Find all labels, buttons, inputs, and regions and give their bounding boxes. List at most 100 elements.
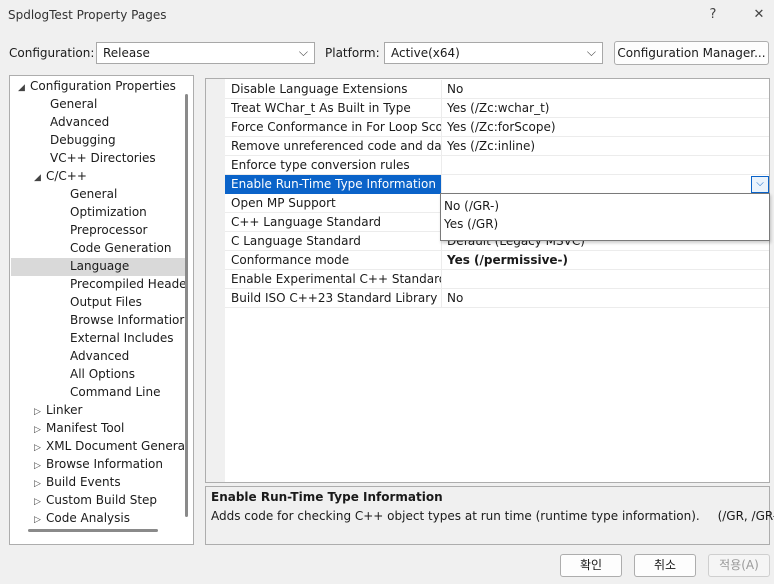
property-name: Enable Experimental C++ Standard Library… (231, 272, 441, 286)
tree-item-label: Preprocessor (70, 223, 148, 237)
tree-item[interactable]: All Options (70, 365, 135, 383)
tree-item-label: Browse Informatior (70, 313, 185, 327)
tree-item[interactable]: Precompiled Heade (70, 275, 187, 293)
description-body: Adds code for checking C++ object types … (211, 509, 700, 523)
tree-item-label: Manifest Tool (46, 421, 125, 435)
tree-item-label: General (70, 187, 118, 201)
property-value[interactable]: Yes (/Zc:inline) (447, 139, 535, 153)
platform-label: Platform: (325, 46, 380, 60)
tree-item-label: Advanced (70, 349, 130, 363)
property-name: Treat WChar_t As Built in Type (231, 101, 411, 115)
tree-item[interactable]: ◢ Configuration Properties (18, 77, 176, 95)
property-row[interactable]: Treat WChar_t As Built in Type Yes (/Zc:w… (225, 99, 769, 118)
configuration-value: Release (103, 46, 150, 60)
tree-item-label: Advanced (50, 115, 110, 129)
tree-item[interactable]: Optimization (70, 203, 147, 221)
close-button[interactable]: ✕ (746, 4, 772, 26)
tree-item-label: Linker (46, 403, 83, 417)
property-row[interactable]: Build ISO C++23 Standard Library Modules… (225, 289, 769, 308)
description-title: Enable Run-Time Type Information (211, 490, 443, 504)
tree-item[interactable]: ◢ C/C++ (34, 167, 87, 185)
cancel-button[interactable]: 취소 (634, 554, 696, 577)
configuration-label-text: Configuration: (9, 46, 95, 60)
tree-item-label: XML Document Genera (46, 439, 186, 453)
tree-item[interactable]: Command Line (70, 383, 161, 401)
column-divider (441, 175, 442, 194)
platform-select[interactable]: Active(x64) ⌵ (384, 42, 603, 64)
property-row[interactable]: Remove unreferenced code and data Yes (/Z… (225, 137, 769, 156)
dropdown-option-yes[interactable]: Yes (/GR) (444, 215, 498, 233)
tree-vertical-scrollbar[interactable] (185, 94, 188, 517)
tree-item[interactable]: Language (70, 257, 129, 275)
expand-arrow-icon[interactable]: ▷ (34, 511, 46, 529)
collapse-arrow-icon[interactable]: ◢ (18, 79, 30, 97)
tree-item[interactable]: ▷ Browse Information (34, 455, 163, 473)
property-row[interactable]: Disable Language Extensions No (225, 80, 769, 99)
property-row[interactable]: Force Conformance in For Loop Scope Yes (… (225, 118, 769, 137)
tree-item-label: Configuration Properties (30, 79, 176, 93)
property-name: Conformance mode (231, 253, 350, 267)
column-divider (441, 80, 442, 99)
tree-item[interactable]: External Includes (70, 329, 174, 347)
tree-item[interactable]: Debugging (50, 131, 116, 149)
apply-button[interactable]: 적용(A) (708, 554, 770, 577)
tree-item-label: Code Analysis (46, 511, 130, 525)
tree-item[interactable]: ▷ Manifest Tool (34, 419, 124, 437)
property-tree[interactable]: ◢ Configuration Properties General Advanced… (9, 75, 194, 545)
tree-item-label: Language (70, 259, 130, 273)
tree-item[interactable]: Output Files (70, 293, 142, 311)
ok-button[interactable]: 확인 (560, 554, 622, 577)
tree-item-label: External Includes (70, 331, 174, 345)
property-row[interactable]: Conformance mode Yes (/permissive-) (225, 251, 769, 270)
tree-item-label: All Options (70, 367, 135, 381)
configuration-label: Configuration: (9, 46, 94, 60)
chevron-down-icon: ⌵ (298, 45, 308, 59)
configuration-manager-button[interactable]: Configuration Manager... (614, 41, 769, 65)
help-button[interactable]: ? (700, 4, 726, 26)
column-divider (441, 118, 442, 137)
tree-item-label: C/C++ (46, 169, 87, 183)
tree-item-label: Debugging (50, 133, 116, 147)
property-value[interactable]: No (447, 291, 463, 305)
property-row[interactable]: Enforce type conversion rules (225, 156, 769, 175)
property-value[interactable]: Yes (/permissive-) (447, 253, 568, 267)
tree-item[interactable]: Advanced (50, 113, 109, 131)
tree-item[interactable]: General (70, 185, 117, 203)
chevron-down-icon[interactable]: ⌵ (751, 176, 769, 193)
property-name: Open MP Support (231, 196, 336, 210)
tree-item[interactable]: Code Generation (70, 239, 171, 257)
platform-value: Active(x64) (391, 46, 460, 60)
configuration-select[interactable]: Release ⌵ (96, 42, 315, 64)
tree-item[interactable]: Advanced (70, 347, 129, 365)
tree-item[interactable]: ▷ Custom Build Step (34, 491, 157, 509)
description-text: Adds code for checking C++ object types … (211, 509, 774, 523)
tree-item[interactable]: ▷ XML Document Genera (34, 437, 185, 455)
property-value[interactable]: Yes (/Zc:forScope) (447, 120, 556, 134)
property-row[interactable]: Enable Run-Time Type Information ⌵ (225, 175, 769, 194)
property-name: Force Conformance in For Loop Scope (231, 120, 441, 134)
property-grid[interactable]: Disable Language Extensions No Treat WChar… (205, 78, 770, 483)
property-name: Enable Run-Time Type Information (231, 177, 436, 191)
tree-horizontal-scrollbar[interactable] (28, 529, 158, 532)
tree-item[interactable]: Browse Informatior (70, 311, 184, 329)
rtti-dropdown-list[interactable]: No (/GR-) Yes (/GR) (440, 193, 770, 241)
property-value[interactable]: No (447, 82, 463, 96)
column-divider (441, 251, 442, 270)
tree-item[interactable]: VC++ Directories (50, 149, 156, 167)
tree-item-label: VC++ Directories (50, 151, 156, 165)
tree-item[interactable]: Preprocessor (70, 221, 147, 239)
tree-item[interactable]: General (50, 95, 97, 113)
tree-item[interactable]: ▷ Build Events (34, 473, 121, 491)
property-value[interactable]: Yes (/Zc:wchar_t) (447, 101, 549, 115)
property-row[interactable]: Enable Experimental C++ Standard Library… (225, 270, 769, 289)
tree-item-label: Code Generation (70, 241, 172, 255)
tree-item[interactable]: ▷ Linker (34, 401, 82, 419)
chevron-down-icon: ⌵ (586, 45, 596, 59)
tree-item-label: Optimization (70, 205, 147, 219)
tree-item[interactable]: ▷ Code Analysis (34, 509, 130, 527)
dropdown-option-no[interactable]: No (/GR-) (444, 197, 499, 215)
property-name: C Language Standard (231, 234, 361, 248)
window-title: SpdlogTest Property Pages (8, 8, 167, 22)
property-name: Build ISO C++23 Standard Library Modules (231, 291, 441, 305)
collapse-arrow-icon[interactable]: ◢ (34, 169, 46, 187)
